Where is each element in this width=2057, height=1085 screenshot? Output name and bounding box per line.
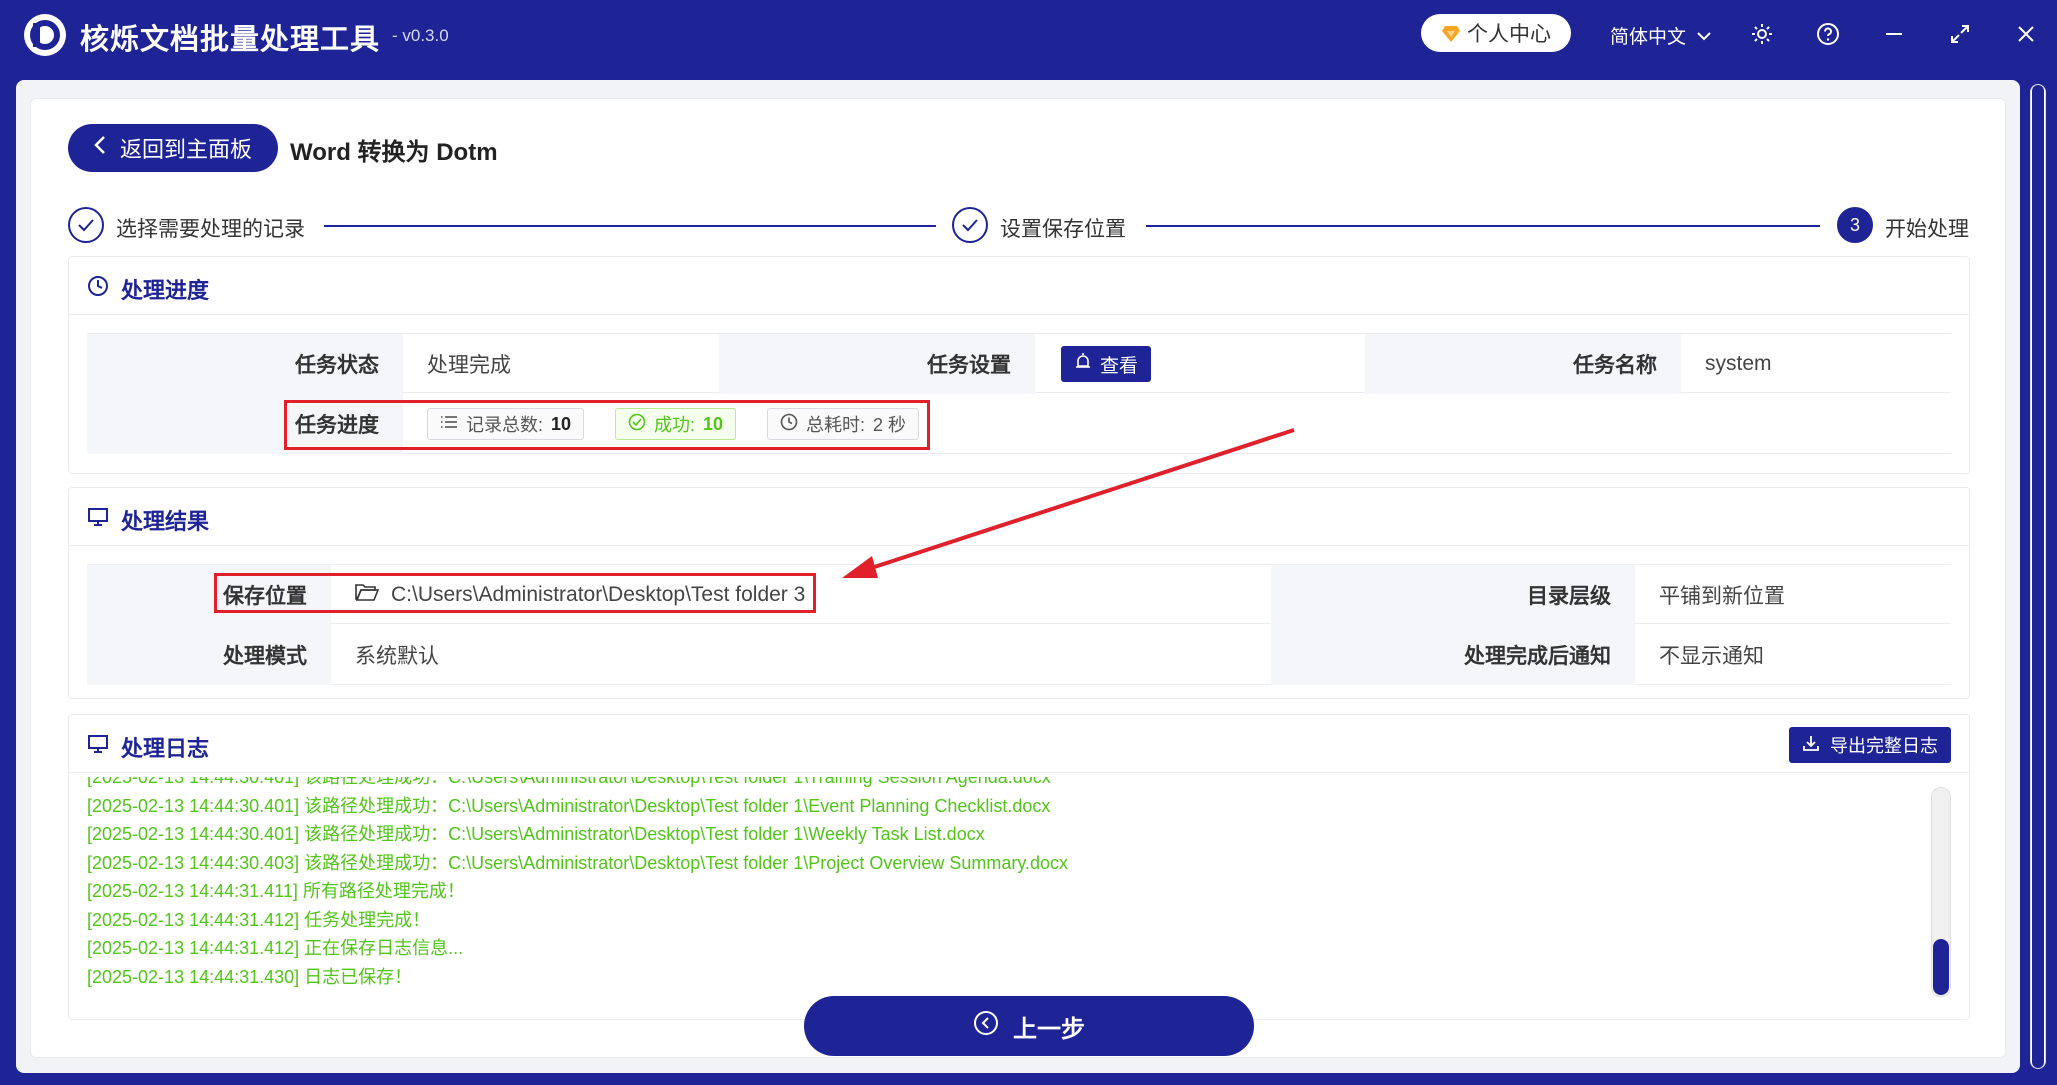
arrow-left-circle-icon bbox=[973, 1010, 999, 1043]
log-line: [2025-02-13 14:44:31.411] 所有路径处理完成！ bbox=[87, 881, 465, 901]
log-line: [2025-02-13 14:44:30.401] 该路径处理成功：C:\Use… bbox=[87, 777, 1051, 787]
log-scrollbar[interactable] bbox=[1931, 787, 1951, 997]
previous-step-button[interactable]: 上一步 bbox=[804, 996, 1254, 1056]
page-scrollbar-thumb[interactable] bbox=[2032, 85, 2044, 1068]
export-log-button[interactable]: 导出完整日志 bbox=[1789, 727, 1951, 763]
log-scrollbar-thumb[interactable] bbox=[1933, 939, 1949, 995]
log-line: [2025-02-13 14:44:31.412] 任务处理完成！ bbox=[87, 909, 431, 930]
section-title: 处理日志 bbox=[121, 736, 210, 761]
previous-step-label: 上一步 bbox=[1013, 1015, 1085, 1043]
log-list[interactable]: [2025-02-13 14:44:30.401] 该路径处理成功：C:\Use… bbox=[87, 777, 1927, 1003]
log-line: [2025-02-13 14:44:30.401] 该路径处理成功：C:\Use… bbox=[87, 824, 985, 844]
log-section: 处理日志 导出完整日志 [2025-02-13 14:44:30.401] 该路… bbox=[68, 714, 1970, 1020]
log-line: [2025-02-13 14:44:30.403] 该路径处理成功：C:\Use… bbox=[87, 852, 1069, 873]
page-scrollbar[interactable] bbox=[2030, 84, 2046, 1069]
download-icon bbox=[1802, 734, 1820, 757]
section-header: 处理日志 导出完整日志 bbox=[69, 715, 1969, 773]
log-line: [2025-02-13 14:44:30.401] 该路径处理成功：C:\Use… bbox=[87, 795, 1051, 816]
monitor-icon bbox=[87, 733, 109, 755]
export-label: 导出完整日志 bbox=[1830, 736, 1938, 756]
log-line: [2025-02-13 14:44:31.430] 日志已保存！ bbox=[87, 966, 413, 987]
log-line: [2025-02-13 14:44:31.412] 正在保存日志信息... bbox=[87, 938, 464, 958]
